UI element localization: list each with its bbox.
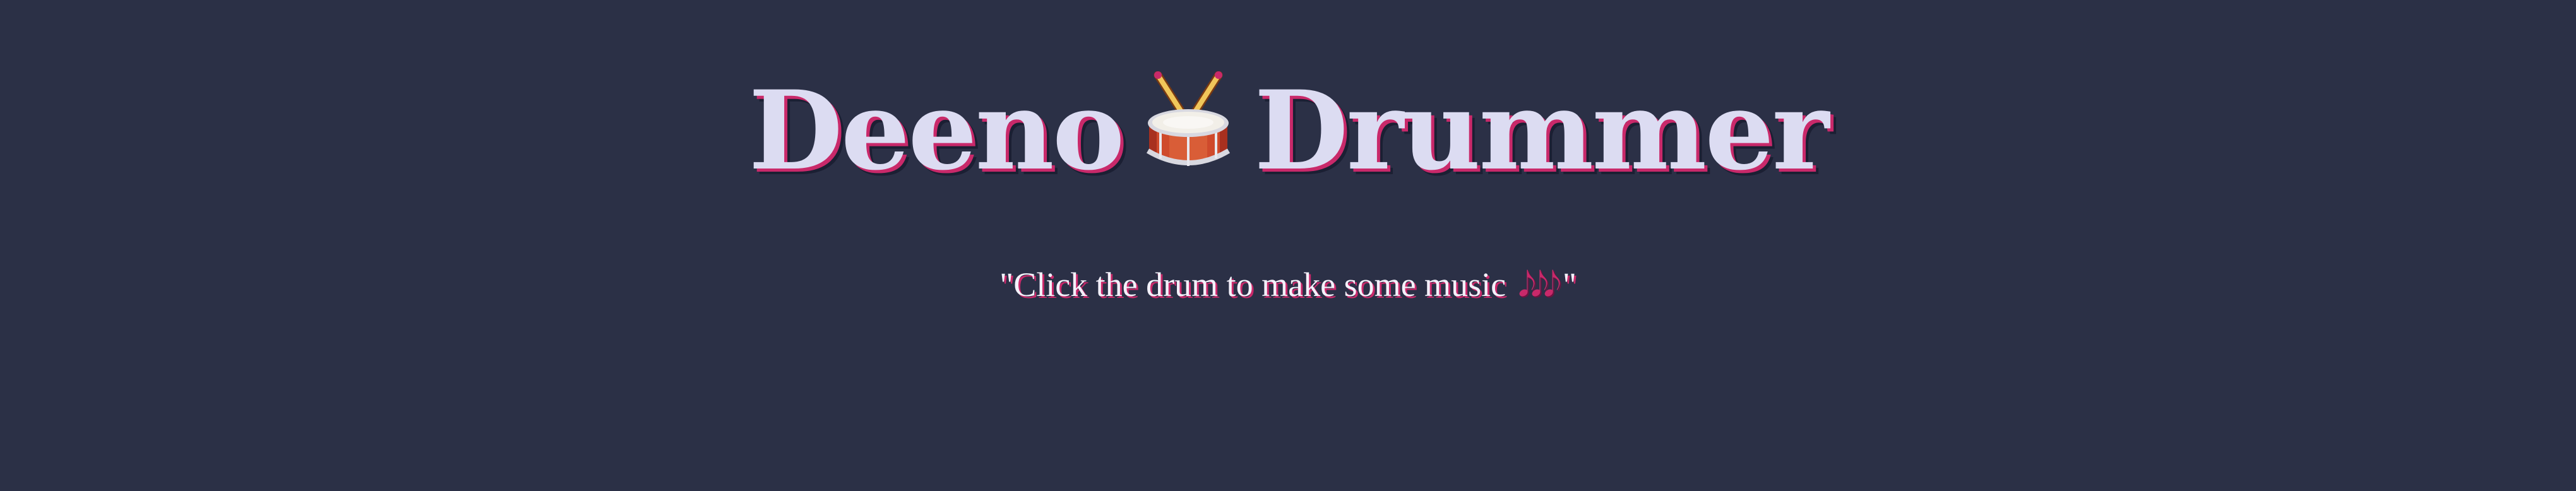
- page-title: Deeno Drummer: [0, 71, 2576, 191]
- music-notes-icon: 𝅘𝅥𝅮𝅘𝅥𝅮𝅘𝅥𝅮: [1518, 266, 1561, 304]
- drum-icon-graphic: [1147, 71, 1231, 166]
- instruction-label: Click the drum to make some music: [1013, 266, 1506, 304]
- title-word-drummer: Drummer: [1254, 66, 1829, 194]
- quote-close: ": [1562, 266, 1577, 304]
- title-word-deeno: Deeno: [748, 66, 1125, 194]
- drum-icon: [1144, 71, 1232, 171]
- quote-open: ": [999, 266, 1014, 304]
- instruction-text: "Click the drum to make some music 𝅘𝅥𝅮𝅘𝅥…: [0, 264, 2576, 305]
